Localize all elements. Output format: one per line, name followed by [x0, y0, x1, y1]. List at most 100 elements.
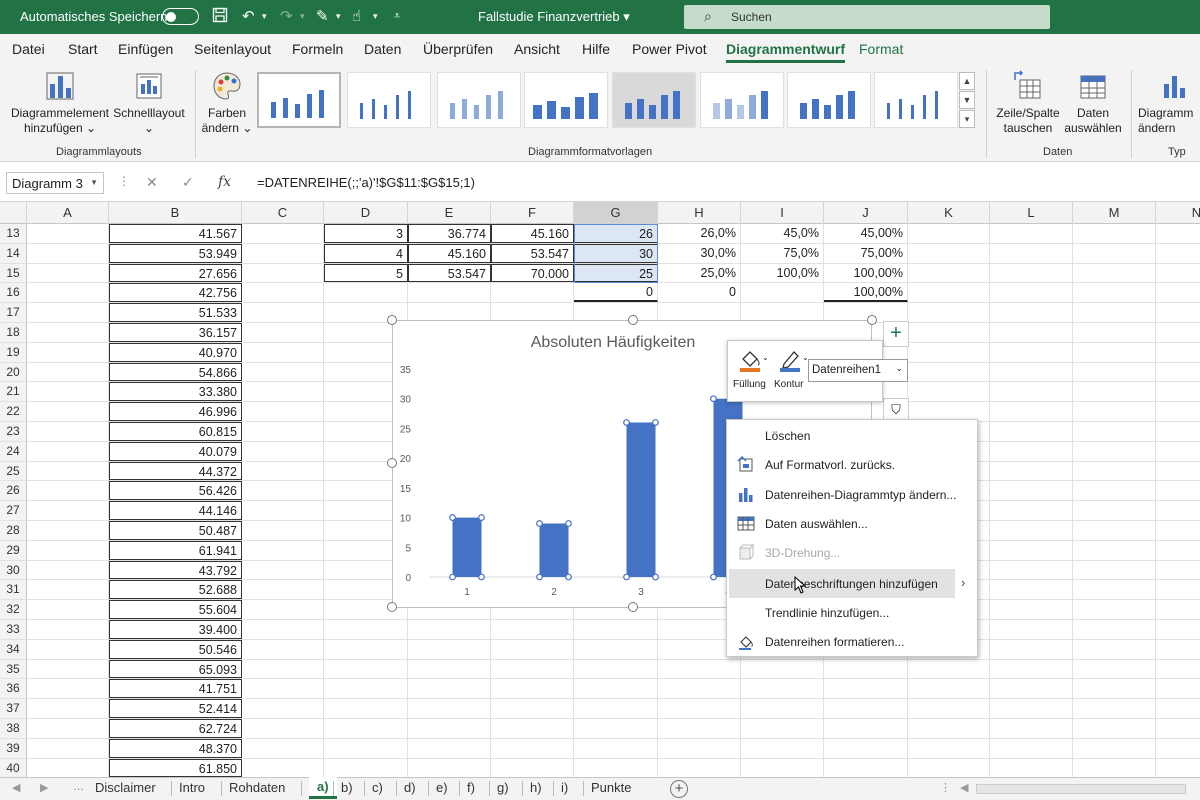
row-header[interactable]: 15 — [0, 263, 27, 283]
cell-g16[interactable]: 0 — [574, 283, 658, 303]
chart-style-5[interactable] — [612, 72, 696, 128]
column-header-k[interactable]: K — [908, 202, 990, 224]
change-colors-button[interactable]: Farben ändern ⌄ — [200, 70, 254, 136]
cell-b33[interactable]: 39.400 — [109, 620, 242, 639]
bar-selection-handle[interactable] — [449, 514, 456, 521]
bar-selection-handle[interactable] — [623, 573, 630, 581]
column-header-d[interactable]: D — [324, 202, 408, 224]
chart-style-1[interactable] — [257, 72, 341, 128]
sheet-tab[interactable]: c) — [372, 780, 383, 795]
switch-row-column-button[interactable]: Zeile/Spalte tauschen — [992, 70, 1064, 136]
bar-selection-handle[interactable] — [565, 520, 572, 527]
cell-e13[interactable]: 36.774 — [408, 224, 491, 243]
bar-selection-handle[interactable] — [449, 573, 456, 581]
touch-mode-icon[interactable]: ✎ — [316, 7, 329, 25]
row-header[interactable]: 26 — [0, 481, 27, 501]
chart-bar[interactable] — [452, 517, 482, 577]
cell-b36[interactable]: 41.751 — [109, 679, 242, 699]
cell-e15[interactable]: 53.547 — [408, 263, 491, 283]
row-header[interactable]: 27 — [0, 501, 27, 520]
cell-f15[interactable]: 70.000 — [491, 263, 574, 283]
series-select[interactable]: Datenreihen1 ⌄ — [808, 359, 908, 382]
cell-i15[interactable]: 100,0% — [741, 263, 824, 283]
bar-selection-handle[interactable] — [710, 395, 717, 403]
outline-pen-icon[interactable] — [778, 347, 804, 373]
undo-icon[interactable]: ↶ — [242, 7, 255, 25]
cell-j15[interactable]: 100,00% — [824, 263, 908, 283]
bar-selection-handle[interactable] — [710, 573, 717, 581]
add-sheet-button[interactable]: + — [670, 780, 688, 798]
tab-formeln[interactable]: Formeln — [292, 41, 343, 57]
cell-b16[interactable]: 42.756 — [109, 283, 242, 303]
chart-resize-handle[interactable] — [628, 602, 638, 612]
row-header[interactable]: 13 — [0, 224, 27, 243]
cell-e14[interactable]: 45.160 — [408, 243, 491, 263]
more-options-icon[interactable]: ⋮ — [940, 781, 951, 794]
row-header[interactable]: 22 — [0, 402, 27, 421]
cell-b13[interactable]: 41.567 — [109, 224, 242, 243]
autosave-toggle[interactable] — [162, 8, 199, 25]
name-box[interactable]: Diagramm 3 ▼ — [6, 172, 104, 194]
row-header[interactable]: 34 — [0, 639, 27, 659]
cell-b21[interactable]: 33.380 — [109, 382, 242, 402]
menu-item-add-trendline[interactable]: Trendlinie hinzufügen... — [729, 598, 977, 627]
cell-d15[interactable]: 5 — [324, 263, 408, 283]
tab-ansicht[interactable]: Ansicht — [514, 41, 560, 57]
chart-style-6[interactable] — [700, 72, 784, 128]
row-header[interactable]: 39 — [0, 738, 27, 758]
cell-b34[interactable]: 50.546 — [109, 639, 242, 659]
quick-layout-button[interactable]: Schnelllayout ⌄ — [112, 70, 186, 136]
cell-b38[interactable]: 62.724 — [109, 719, 242, 738]
row-header[interactable]: 21 — [0, 382, 27, 402]
sheet-tab[interactable]: h) — [530, 780, 542, 795]
chart-bar[interactable] — [539, 523, 569, 577]
sheet-tab[interactable]: e) — [436, 780, 448, 795]
menu-item-format-series[interactable]: Datenreihen formatieren... — [729, 627, 977, 656]
chart-elements-button[interactable]: + — [883, 321, 909, 347]
row-header[interactable]: 19 — [0, 342, 27, 362]
confirm-icon[interactable]: ✓ — [182, 174, 194, 191]
cell-g14[interactable]: 30 — [574, 243, 658, 263]
undo-dropdown-icon[interactable]: ▾ — [262, 11, 267, 22]
column-header-e[interactable]: E — [408, 202, 491, 224]
cell-i14[interactable]: 75,0% — [741, 243, 824, 263]
cell-b31[interactable]: 52.688 — [109, 580, 242, 600]
tab-ueberpruefen[interactable]: Überprüfen — [423, 41, 493, 57]
bar-selection-handle[interactable] — [536, 520, 543, 527]
menu-item-reset-style[interactable]: Auf Formatvorl. zurücks. — [729, 450, 977, 479]
cell-b14[interactable]: 53.949 — [109, 243, 242, 263]
tab-datei[interactable]: Datei — [12, 41, 45, 57]
chart-style-4[interactable] — [524, 72, 608, 128]
cell-b26[interactable]: 56.426 — [109, 481, 242, 501]
cell-b23[interactable]: 60.815 — [109, 422, 242, 441]
column-header-m[interactable]: M — [1073, 202, 1156, 224]
column-header-c[interactable]: C — [242, 202, 324, 224]
cell-g15[interactable]: 25 — [574, 263, 658, 283]
scroll-sheets-right-icon[interactable]: ▶ — [40, 781, 48, 794]
cell-b25[interactable]: 44.372 — [109, 461, 242, 481]
pointer-mode-icon[interactable]: ☝ — [352, 7, 361, 25]
cell-b30[interactable]: 43.792 — [109, 560, 242, 580]
cell-b35[interactable]: 65.093 — [109, 659, 242, 679]
cell-j16[interactable]: 100,00% — [824, 283, 908, 303]
row-header[interactable]: 35 — [0, 659, 27, 679]
cell-b19[interactable]: 40.970 — [109, 342, 242, 362]
select-data-button[interactable]: Daten auswählen — [1064, 70, 1122, 136]
row-header[interactable]: 37 — [0, 699, 27, 718]
row-header[interactable]: 28 — [0, 521, 27, 540]
select-all-corner[interactable] — [0, 202, 27, 224]
cell-b27[interactable]: 44.146 — [109, 501, 242, 520]
column-header-j[interactable]: J — [824, 202, 908, 224]
pointer-dropdown-icon[interactable]: ▾ — [373, 11, 378, 22]
tab-daten[interactable]: Daten — [364, 41, 401, 57]
menu-item-select-data[interactable]: Daten auswählen... — [729, 509, 977, 538]
column-header-a[interactable]: A — [27, 202, 109, 224]
row-header[interactable]: 14 — [0, 243, 27, 263]
cell-b18[interactable]: 36.157 — [109, 323, 242, 342]
gallery-more[interactable]: ▾ — [959, 110, 975, 128]
row-header[interactable]: 36 — [0, 679, 27, 699]
more-sheets-icon[interactable]: … — [73, 781, 84, 793]
column-header-n[interactable]: N — [1156, 202, 1200, 224]
bar-selection-handle[interactable] — [623, 419, 630, 426]
insert-function-icon[interactable]: fx — [218, 174, 231, 190]
